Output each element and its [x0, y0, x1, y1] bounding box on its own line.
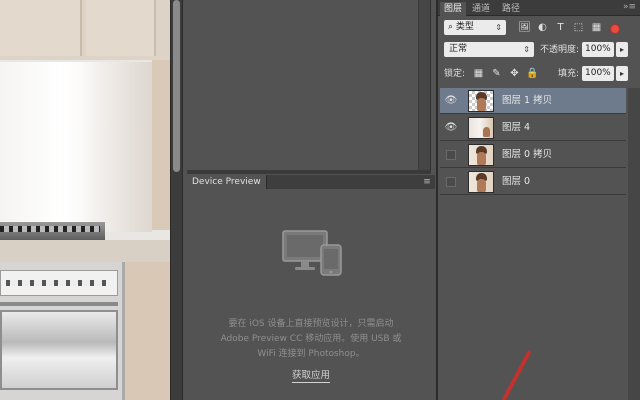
layer-name[interactable]: 图层 1 拷贝 [502, 88, 552, 114]
layer-filter-select[interactable]: ⌕ 类型 ⇕ [444, 20, 506, 35]
lock-all-icon[interactable]: 🔒 [526, 67, 539, 80]
thumbnail-figure [477, 179, 486, 192]
opacity-slider-arrow-icon[interactable]: ▸ [616, 42, 628, 57]
eye-icon[interactable]: 👁 [444, 94, 458, 108]
layer-list-scrollbar[interactable] [628, 88, 640, 400]
cabinet-side [152, 60, 170, 230]
layer-row[interactable]: 图层 0 拷贝 [440, 142, 626, 168]
layers-panel: 图层 通道 路径 »≡ ⌕ 类型 ⇕ 🖼 ◐ T ⬚ ▦ 正常 ⇕ 不透明度: … [436, 0, 640, 400]
thumbnail-figure [477, 152, 486, 165]
tab-device-preview[interactable]: Device Preview [187, 175, 267, 189]
lock-position-icon[interactable]: ✥ [508, 67, 521, 80]
type-filter-icon[interactable]: T [554, 21, 567, 34]
upper-panel-scrollbar[interactable] [418, 0, 430, 172]
lower-cabinet [125, 262, 170, 400]
layer-name[interactable]: 图层 0 [502, 169, 530, 195]
chevron-updown-icon: ⇕ [495, 23, 502, 32]
middle-panel-column: Device Preview ≡ 要在 iOS 设备上直接预览设计，只需启动 A… [182, 0, 436, 400]
layer-row[interactable]: 👁 图层 4 [440, 115, 626, 141]
opacity-input[interactable]: 100% [582, 42, 614, 57]
layer-name[interactable]: 图层 0 拷贝 [502, 142, 552, 168]
device-preview-message: 要在 iOS 设备上直接预览设计，只需启动 Adobe Preview CC 移… [205, 317, 417, 362]
layer-row[interactable]: 图层 0 [440, 169, 626, 195]
pixel-filter-icon[interactable]: 🖼 [518, 21, 531, 34]
oven-handle [0, 302, 118, 306]
upper-panel [187, 0, 431, 172]
blend-mode-select[interactable]: 正常 ⇕ [444, 42, 534, 57]
canvas-vertical-scrollbar[interactable] [170, 0, 182, 400]
message-line: Adobe Preview CC 移动应用。使用 USB 或 [220, 334, 402, 344]
backsplash-shadow [80, 62, 152, 232]
chevron-updown-icon: ⇕ [523, 45, 530, 54]
panel-divider[interactable] [187, 170, 431, 174]
layer-thumbnail [468, 144, 494, 166]
eye-icon[interactable]: 👁 [444, 121, 458, 135]
cooktop-grate [0, 226, 100, 232]
panel-menu-icon[interactable]: ≡ [421, 176, 433, 188]
oven-knobs [6, 280, 106, 286]
blend-opacity-row: 正常 ⇕ 不透明度: 100% ▸ [442, 42, 638, 58]
filter-toggle-icon[interactable] [610, 24, 620, 34]
layer-thumbnail [468, 171, 494, 193]
panel-menu-icon[interactable]: »≡ [623, 2, 636, 12]
search-icon: ⌕ [448, 22, 454, 32]
thumbnail-figure [483, 127, 490, 137]
layer-list: 👁 图层 1 拷贝 👁 图层 4 图层 0 拷贝 图层 0 [440, 88, 626, 400]
visibility-off-box[interactable] [446, 150, 456, 160]
document-canvas[interactable] [0, 0, 170, 400]
shape-filter-icon[interactable]: ⬚ [572, 21, 585, 34]
fill-input[interactable]: 100% [582, 66, 614, 81]
tab-channels[interactable]: 通道 [468, 2, 494, 16]
fill-label: 填充: [558, 69, 580, 79]
lock-pixels-icon[interactable]: ✎ [490, 67, 503, 80]
get-app-link-row: 获取应用 [187, 367, 435, 383]
blend-mode-label: 正常 [449, 44, 468, 54]
lock-transparency-icon[interactable]: ▦ [472, 67, 485, 80]
layers-panel-tabbar: 图层 通道 路径 »≡ [438, 0, 640, 16]
layer-thumbnail [468, 90, 494, 112]
visibility-off-box[interactable] [446, 177, 456, 187]
layer-thumbnail [468, 117, 494, 139]
oven-window [0, 310, 118, 390]
smart-object-filter-icon[interactable]: ▦ [590, 21, 603, 34]
message-line: WiFi 连接到 Photoshop。 [257, 349, 365, 359]
adjustment-filter-icon[interactable]: ◐ [536, 21, 549, 34]
layer-filter-row: ⌕ 类型 ⇕ 🖼 ◐ T ⬚ ▦ [442, 20, 632, 36]
layer-row[interactable]: 👁 图层 1 拷贝 [440, 88, 626, 114]
tab-paths[interactable]: 路径 [498, 2, 524, 16]
lock-fill-row: 锁定: ▦ ✎ ✥ 🔒 填充: 100% ▸ [442, 66, 638, 82]
cabinet-door [0, 0, 82, 56]
lock-label: 锁定: [444, 69, 466, 79]
thumbnail-figure [477, 98, 486, 111]
device-preview-header: Device Preview ≡ [187, 175, 435, 189]
countertop [0, 240, 170, 262]
scrollbar-thumb[interactable] [173, 0, 180, 172]
message-line: 要在 iOS 设备上直接预览设计，只需启动 [228, 319, 394, 329]
tab-layers[interactable]: 图层 [440, 2, 467, 16]
opacity-label: 不透明度: [540, 45, 580, 55]
fill-slider-arrow-icon[interactable]: ▸ [616, 66, 628, 81]
get-app-link[interactable]: 获取应用 [291, 370, 330, 383]
device-preview-panel: 要在 iOS 设备上直接预览设计，只需启动 Adobe Preview CC 移… [187, 189, 435, 400]
cooktop [0, 222, 105, 242]
devices-icon [282, 230, 342, 276]
cabinet-door [86, 0, 156, 56]
layer-name[interactable]: 图层 4 [502, 115, 530, 141]
filter-type-label: 类型 [455, 22, 474, 32]
